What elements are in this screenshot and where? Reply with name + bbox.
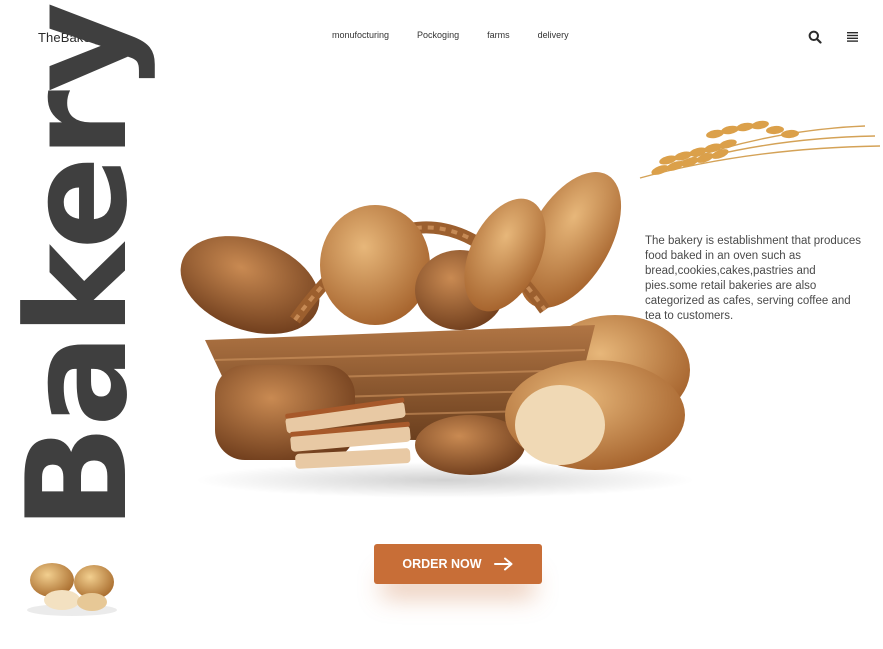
bread-basket-image — [180, 172, 695, 498]
hero-description: The bakery is establishment that produce… — [645, 234, 862, 322]
arrow-right-icon — [493, 557, 513, 571]
order-now-button[interactable]: ORDER NOW — [374, 544, 542, 584]
nav-item-farms[interactable]: farms — [487, 30, 510, 40]
hero-title-wrapper: Bakery — [0, 4, 158, 530]
search-icon — [808, 30, 822, 44]
order-now-label: ORDER NOW — [402, 557, 482, 571]
menu-button[interactable] — [846, 30, 860, 44]
search-button[interactable] — [808, 30, 822, 44]
nav-item-manufacturing[interactable]: monufocturing — [332, 30, 389, 40]
nav-item-delivery[interactable]: delivery — [538, 30, 569, 40]
nav-item-packaging[interactable]: Pockoging — [417, 30, 459, 40]
hero-title: Bakery — [0, 4, 158, 530]
menu-icon — [847, 32, 858, 42]
buns-image — [27, 563, 117, 616]
main-nav: monufocturing Pockoging farms delivery — [332, 30, 569, 40]
